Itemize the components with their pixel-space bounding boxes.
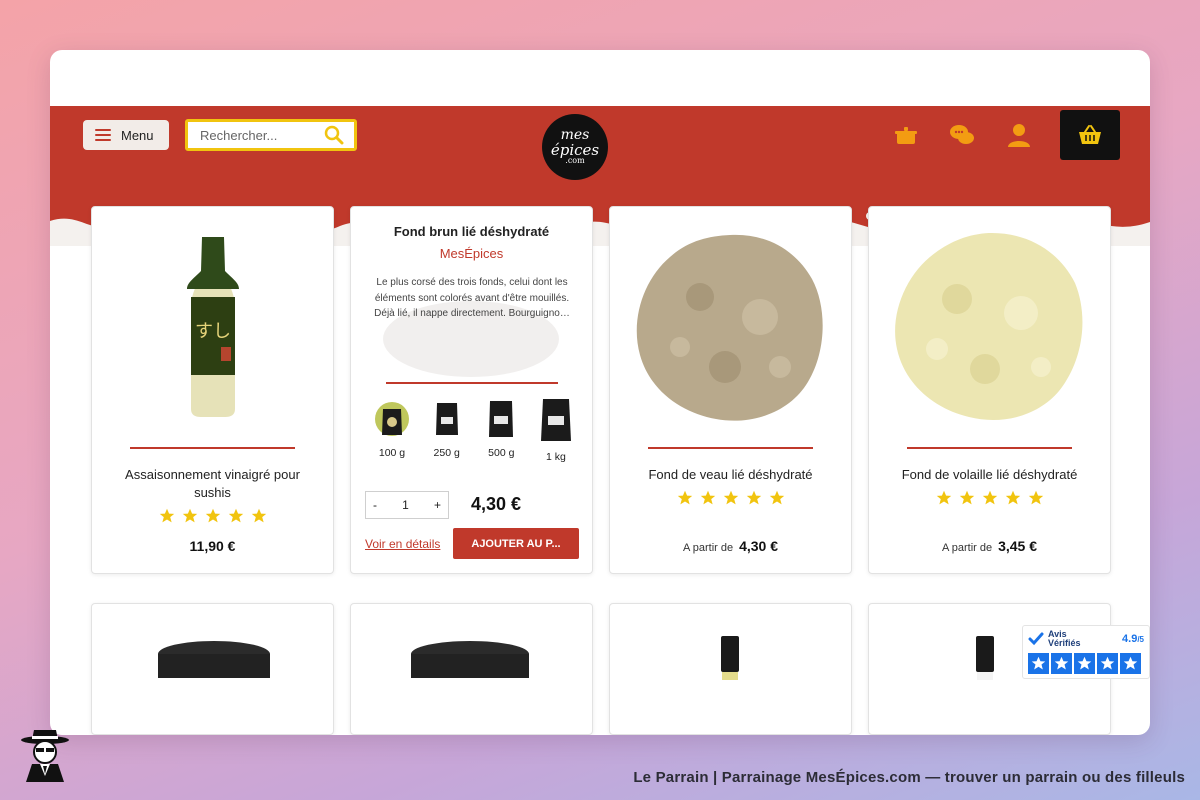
logo-line-2: épices [550,140,600,159]
quantity-stepper: - 1 + [365,491,449,519]
product-card-brown-stock[interactable]: Fond brun lié déshydraté MesÉpices Le pl… [350,206,593,574]
svg-text:すし: すし [195,321,231,342]
star-icon [159,508,174,523]
card-divider [386,382,558,384]
pouch-icon [435,403,458,435]
product-title[interactable]: Fond brun lié déshydraté [351,223,592,241]
variant-option[interactable]: 500 g [478,397,524,463]
menu-button[interactable]: Menu [83,120,169,150]
star-icon [700,490,715,505]
verified-reviews-badge[interactable]: Avis Vérifiés 4.9/5 [1022,625,1150,679]
price-row: 11,90 € [92,538,333,554]
product-title[interactable]: Fond de volaille lié déshydraté [869,466,1110,484]
product-card-row2-2[interactable] [350,603,593,735]
product-image: すし [187,237,239,417]
details-link[interactable]: Voir en détails [365,537,440,551]
variant-label: 500 g [488,447,515,459]
product-image [895,232,1083,420]
star-icon [723,490,738,505]
price-prefix: A partir de [941,542,993,554]
add-to-cart-button[interactable]: AJOUTER AU P... [453,528,579,559]
increment-button[interactable]: + [434,498,441,512]
star-icon [1097,653,1118,674]
star-icon [1028,653,1049,674]
star-icon [746,490,761,505]
size-variants: 100 g 250 g 500 g 1 kg [369,397,579,463]
search-icon[interactable] [324,125,344,145]
site-logo[interactable]: mes épices .com [542,114,608,180]
star-icon [228,508,243,523]
verified-check-icon [1028,632,1044,646]
star-icon [769,490,784,505]
product-price: 4,30 € [739,538,779,554]
decrement-button[interactable]: - [373,498,377,512]
product-card-poultry-stock[interactable]: Fond de volaille lié déshydraté A partir… [868,206,1111,574]
pouch-icon [540,399,571,441]
price-row: A partir de 3,45 € [869,538,1110,554]
price-prefix: A partir de [682,542,734,554]
basket-icon [1079,125,1101,144]
burger-menu-icon [95,129,111,141]
rating-stars [869,490,1110,506]
product-card-row2-1[interactable] [91,603,334,735]
product-price: 11,90 € [189,538,236,554]
cooking-pot-icon[interactable] [893,122,919,148]
star-icon [959,490,974,505]
product-title[interactable]: Fond de veau lié déshydraté [610,466,851,484]
product-brand[interactable]: MesÉpices [351,246,592,261]
user-icon[interactable] [1006,122,1032,148]
rating-stars [610,490,851,506]
rating-stars [92,508,333,524]
search-input[interactable] [200,127,320,143]
star-icon [1028,490,1043,505]
star-icon [982,490,997,505]
product-title[interactable]: Assaisonnement vinaigré pour sushis [92,466,333,502]
price-row: A partir de 4,30 € [610,538,851,554]
product-image [976,636,994,680]
product-image [721,636,739,680]
badge-score: 4.9 [1122,633,1138,645]
variant-option[interactable]: 1 kg [533,397,579,463]
variant-label: 1 kg [546,451,566,463]
product-image [636,234,823,421]
pouch-icon [375,402,409,436]
footer-caption: Le Parrain | Parrainage MesÉpices.com — … [633,769,1185,786]
cart-button[interactable] [1060,110,1120,160]
product-card-veal-stock[interactable]: Fond de veau lié déshydraté A partir de … [609,206,852,574]
menu-label: Menu [121,127,154,143]
product-image [411,641,529,678]
browser-frame: Menu mes épices .com [50,50,1150,735]
pouch-icon [489,401,514,437]
chat-bubbles-icon[interactable] [949,122,975,148]
variant-label: 100 g [378,447,406,459]
card-divider [907,447,1072,449]
badge-stars [1028,653,1144,674]
godfather-mascot-icon [21,730,69,782]
variant-option[interactable]: 250 g [424,397,470,463]
card-divider [648,447,813,449]
quantity-value[interactable]: 1 [402,498,409,512]
product-price: 4,30 € [471,494,522,514]
star-icon [1074,653,1095,674]
star-icon [205,508,220,523]
star-icon [936,490,951,505]
star-icon [1005,490,1020,505]
product-image [158,641,270,678]
star-icon [677,490,692,505]
search-box [185,119,357,151]
star-icon [182,508,197,523]
product-card-row2-3[interactable] [609,603,852,735]
star-icon [251,508,266,523]
variant-label: 250 g [433,447,460,459]
star-icon [1051,653,1072,674]
variant-option[interactable]: 100 g [369,397,415,463]
logo-line-3: .com [565,155,585,165]
star-icon [1120,653,1141,674]
badge-score-suffix: /5 [1137,635,1144,644]
badge-name-line-2: Vérifiés [1048,638,1081,648]
product-price: 3,45 € [998,538,1038,554]
card-divider [130,447,295,449]
product-description: Le plus corsé des trois fonds, celui don… [374,277,570,319]
product-card-sushi-vinegar[interactable]: すし Assaisonnement vinaigré pour sushis 1… [91,206,334,574]
